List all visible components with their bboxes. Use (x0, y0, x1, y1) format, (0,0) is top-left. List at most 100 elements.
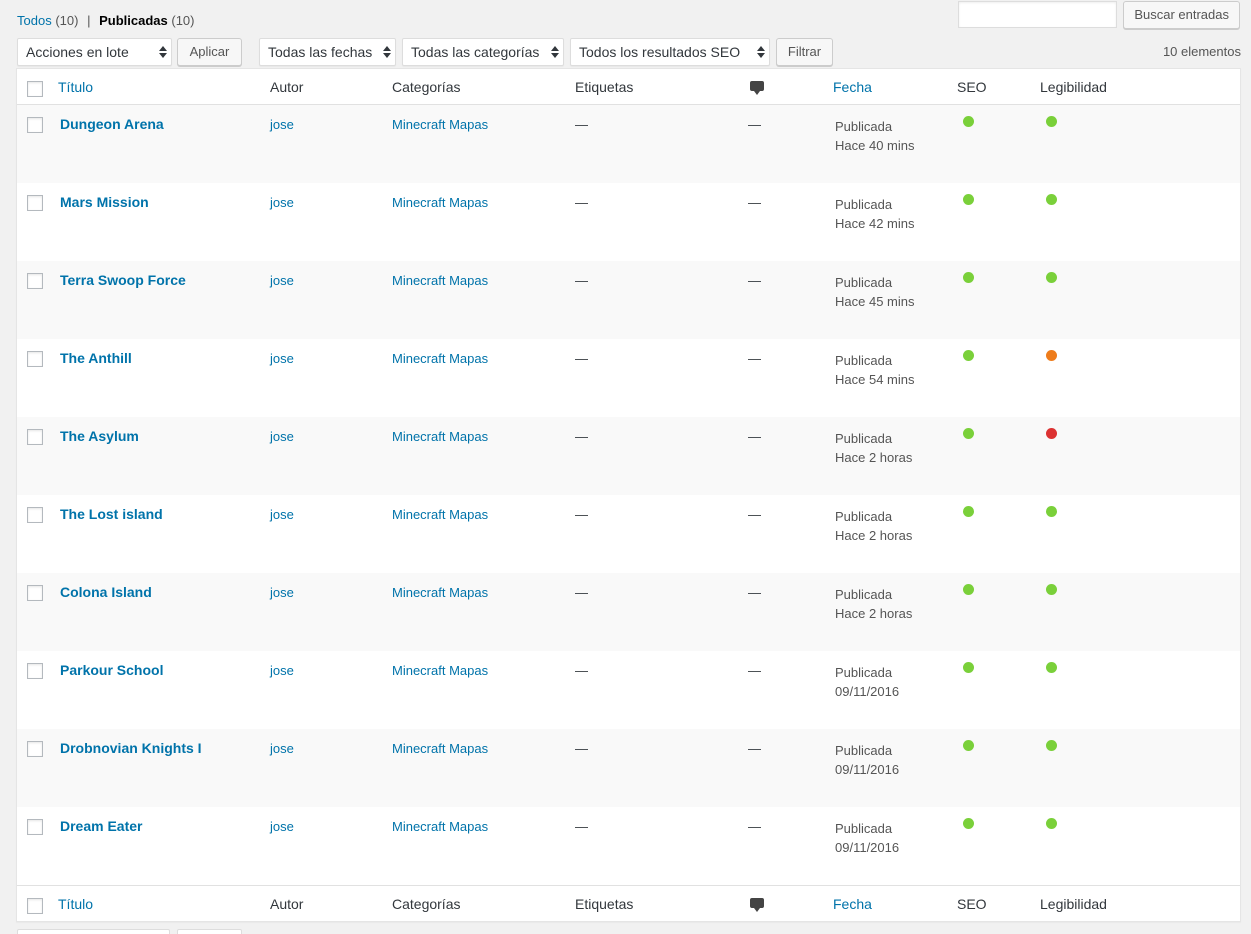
category-filter-value: Todas las categorías (411, 44, 540, 60)
post-category-link[interactable]: Minecraft Mapas (392, 351, 488, 366)
filter-button[interactable]: Filtrar (776, 38, 833, 66)
column-categories: Categorías (392, 79, 461, 95)
post-author-link[interactable]: jose (270, 663, 294, 678)
column-readability[interactable]: Legibilidad (1040, 896, 1107, 912)
select-arrows-icon (551, 45, 559, 59)
post-author-link[interactable]: jose (270, 819, 294, 834)
post-author-link[interactable]: jose (270, 741, 294, 756)
post-tags: — (575, 117, 588, 132)
post-author-link[interactable]: jose (270, 507, 294, 522)
post-comments: — (748, 819, 761, 834)
post-comments: — (748, 507, 761, 522)
post-title-link[interactable]: The Asylum (60, 428, 139, 444)
post-date: Publicada Hace 2 horas (835, 429, 912, 467)
table-row: The Anthill jose Minecraft Mapas — — Publicad… (17, 339, 1240, 417)
readability-score-indicator (1046, 584, 1057, 595)
post-title-link[interactable]: Colona Island (60, 584, 152, 600)
column-seo[interactable]: SEO (957, 79, 987, 95)
column-date[interactable]: Fecha (833, 79, 872, 95)
post-category-link[interactable]: Minecraft Mapas (392, 273, 488, 288)
post-comments: — (748, 117, 761, 132)
post-tags: — (575, 741, 588, 756)
column-tags: Etiquetas (575, 896, 634, 912)
post-comments: — (748, 741, 761, 756)
post-author-link[interactable]: jose (270, 429, 294, 444)
post-category-link[interactable]: Minecraft Mapas (392, 663, 488, 678)
row-checkbox[interactable] (27, 663, 43, 679)
comment-bubble-icon[interactable] (750, 81, 764, 95)
post-title-link[interactable]: Mars Mission (60, 194, 149, 210)
post-category-link[interactable]: Minecraft Mapas (392, 819, 488, 834)
readability-score-indicator (1046, 194, 1057, 205)
row-checkbox[interactable] (27, 741, 43, 757)
date-filter-select[interactable]: Todas las fechas (259, 38, 396, 66)
category-filter-select[interactable]: Todas las categorías (402, 38, 564, 66)
post-comments: — (748, 663, 761, 678)
post-title-link[interactable]: Terra Swoop Force (60, 272, 186, 288)
seo-score-indicator (963, 506, 974, 517)
column-readability[interactable]: Legibilidad (1040, 79, 1107, 95)
post-tags: — (575, 195, 588, 210)
apply-button[interactable]: Aplicar (177, 38, 242, 66)
post-comments: — (748, 195, 761, 210)
post-date-value: Hace 2 horas (835, 606, 913, 621)
select-all-checkbox[interactable] (27, 81, 43, 97)
post-category-link[interactable]: Minecraft Mapas (392, 429, 488, 444)
seo-score-indicator (963, 194, 974, 205)
post-title-link[interactable]: Dungeon Arena (60, 116, 164, 132)
search-button[interactable]: Buscar entradas (1123, 1, 1240, 29)
readability-score-indicator (1046, 818, 1057, 829)
select-all-checkbox[interactable] (27, 898, 43, 914)
search-input[interactable] (958, 1, 1118, 28)
row-checkbox[interactable] (27, 117, 43, 133)
post-author-link[interactable]: jose (270, 273, 294, 288)
readability-score-indicator (1046, 116, 1057, 127)
column-title[interactable]: Título (58, 79, 93, 95)
row-checkbox[interactable] (27, 819, 43, 835)
column-title[interactable]: Título (58, 896, 93, 912)
post-tags: — (575, 585, 588, 600)
post-title-link[interactable]: The Anthill (60, 350, 132, 366)
post-date: Publicada Hace 42 mins (835, 195, 914, 233)
post-category-link[interactable]: Minecraft Mapas (392, 585, 488, 600)
post-category-link[interactable]: Minecraft Mapas (392, 117, 488, 132)
table-row: Mars Mission jose Minecraft Mapas — — Publica… (17, 183, 1240, 261)
post-date-value: 09/11/2016 (835, 840, 900, 855)
post-title-link[interactable]: Drobnovian Knights I (60, 740, 202, 756)
row-checkbox[interactable] (27, 507, 43, 523)
filter-published-link[interactable]: Publicadas (99, 13, 168, 28)
select-arrows-icon (159, 45, 167, 59)
table-row: The Lost island jose Minecraft Mapas — — Publ… (17, 495, 1240, 573)
table-row: Colona Island jose Minecraft Mapas — — Public… (17, 573, 1240, 651)
post-category-link[interactable]: Minecraft Mapas (392, 507, 488, 522)
post-status: Publicada (835, 275, 893, 290)
post-date: Publicada Hace 2 horas (835, 585, 912, 623)
row-checkbox[interactable] (27, 585, 43, 601)
row-checkbox[interactable] (27, 429, 43, 445)
seo-score-indicator (963, 662, 974, 673)
post-author-link[interactable]: jose (270, 117, 294, 132)
post-category-link[interactable]: Minecraft Mapas (392, 195, 488, 210)
post-title-link[interactable]: Parkour School (60, 662, 163, 678)
filter-separator: | (87, 13, 91, 28)
row-checkbox[interactable] (27, 273, 43, 289)
filter-all-link[interactable]: Todos (17, 13, 52, 28)
post-author-link[interactable]: jose (270, 195, 294, 210)
post-category-link[interactable]: Minecraft Mapas (392, 741, 488, 756)
column-seo[interactable]: SEO (957, 896, 987, 912)
seo-filter-select[interactable]: Todos los resultados SEO (570, 38, 770, 66)
seo-score-indicator (963, 584, 974, 595)
row-checkbox[interactable] (27, 351, 43, 367)
comment-bubble-icon[interactable] (750, 898, 764, 912)
row-checkbox[interactable] (27, 195, 43, 211)
column-date[interactable]: Fecha (833, 896, 872, 912)
post-author-link[interactable]: jose (270, 585, 294, 600)
bulk-actions-select-bottom[interactable] (17, 929, 170, 934)
readability-score-indicator (1046, 272, 1057, 283)
bulk-actions-select[interactable]: Acciones en lote (17, 38, 172, 66)
post-title-link[interactable]: Dream Eater (60, 818, 143, 834)
post-title-link[interactable]: The Lost island (60, 506, 163, 522)
post-author-link[interactable]: jose (270, 351, 294, 366)
post-date: Publicada Hace 45 mins (835, 273, 914, 311)
apply-button-bottom[interactable] (177, 929, 242, 934)
